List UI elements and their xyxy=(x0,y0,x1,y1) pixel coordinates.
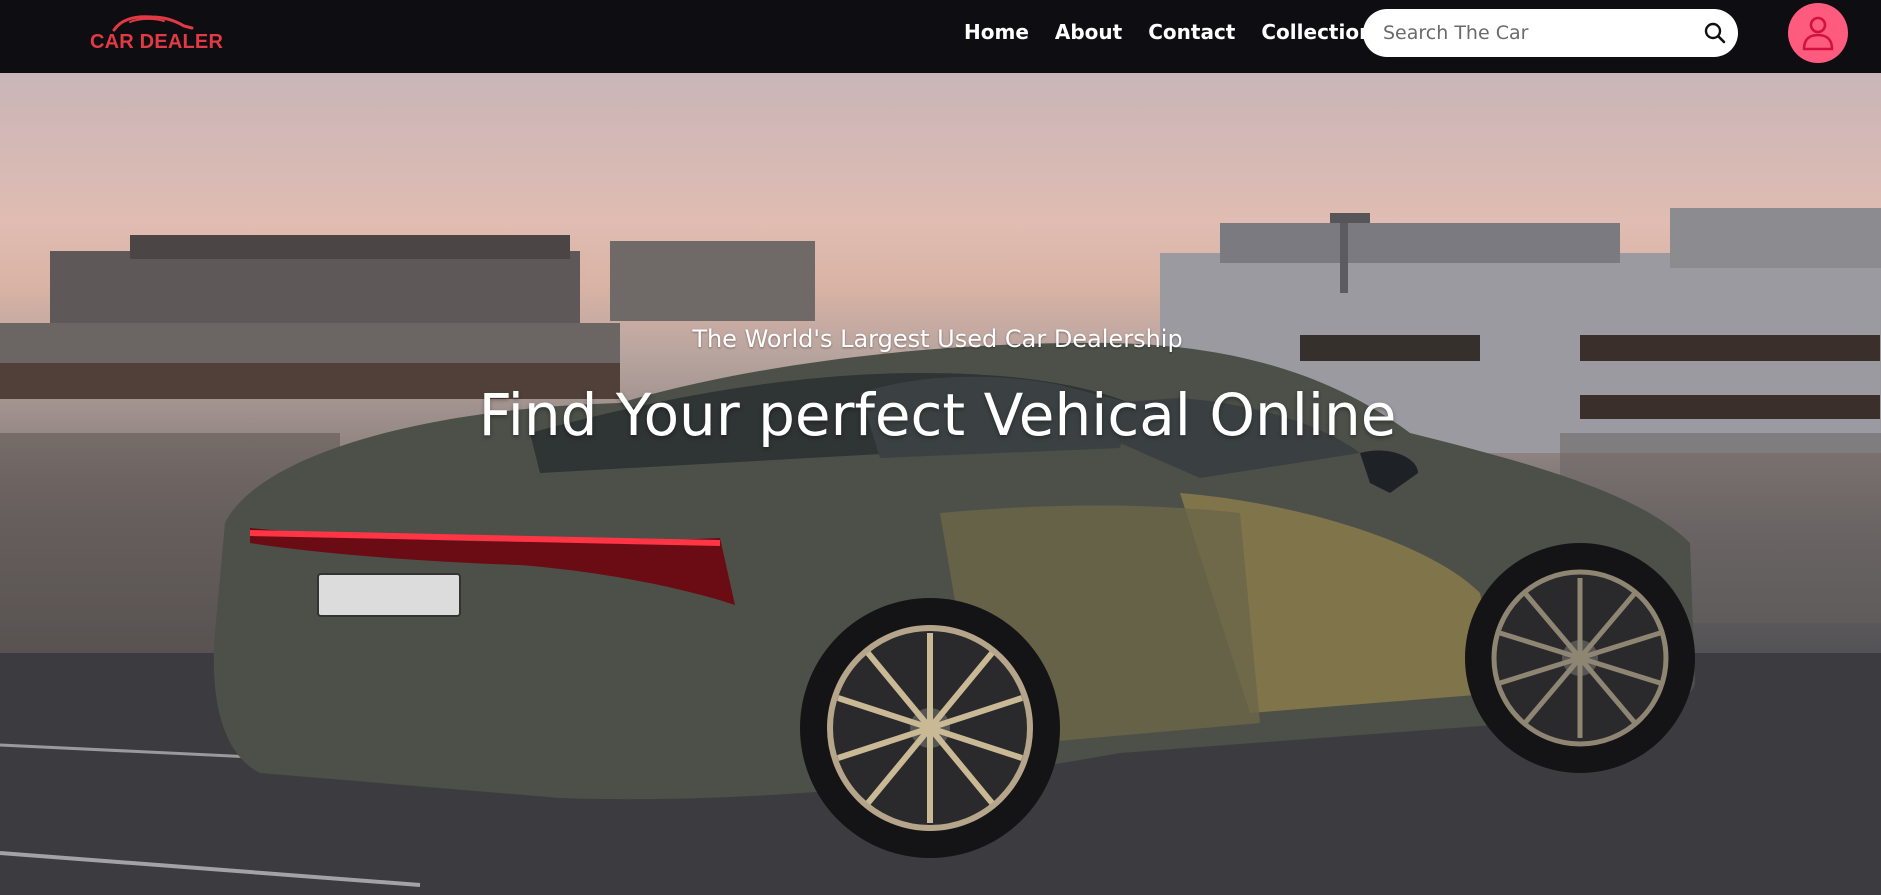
navbar: CAR DEALER Home About Contact Collection xyxy=(0,0,1881,73)
nav-about-link[interactable]: About xyxy=(1055,20,1122,44)
nav-home-link[interactable]: Home xyxy=(964,20,1029,44)
search-input[interactable] xyxy=(1383,9,1683,57)
hero-section: The World's Largest Used Car Dealership … xyxy=(0,73,1881,895)
search-icon xyxy=(1704,22,1726,44)
hero-subtitle: The World's Largest Used Car Dealership xyxy=(692,325,1183,353)
user-icon xyxy=(1802,16,1834,51)
brand-name: CAR DEALER xyxy=(90,31,224,53)
hero-background-image xyxy=(0,208,1881,895)
hero-title: Find Your perfect Vehical Online xyxy=(478,381,1397,449)
nav-collection-link[interactable]: Collection xyxy=(1261,20,1373,44)
search-button[interactable] xyxy=(1703,21,1727,45)
user-avatar-button[interactable] xyxy=(1788,3,1848,63)
nav-contact-link[interactable]: Contact xyxy=(1148,20,1235,44)
brand-logo[interactable]: CAR DEALER xyxy=(90,12,223,54)
search-bar xyxy=(1363,9,1738,57)
main-nav: Home About Contact Collection xyxy=(964,20,1373,44)
